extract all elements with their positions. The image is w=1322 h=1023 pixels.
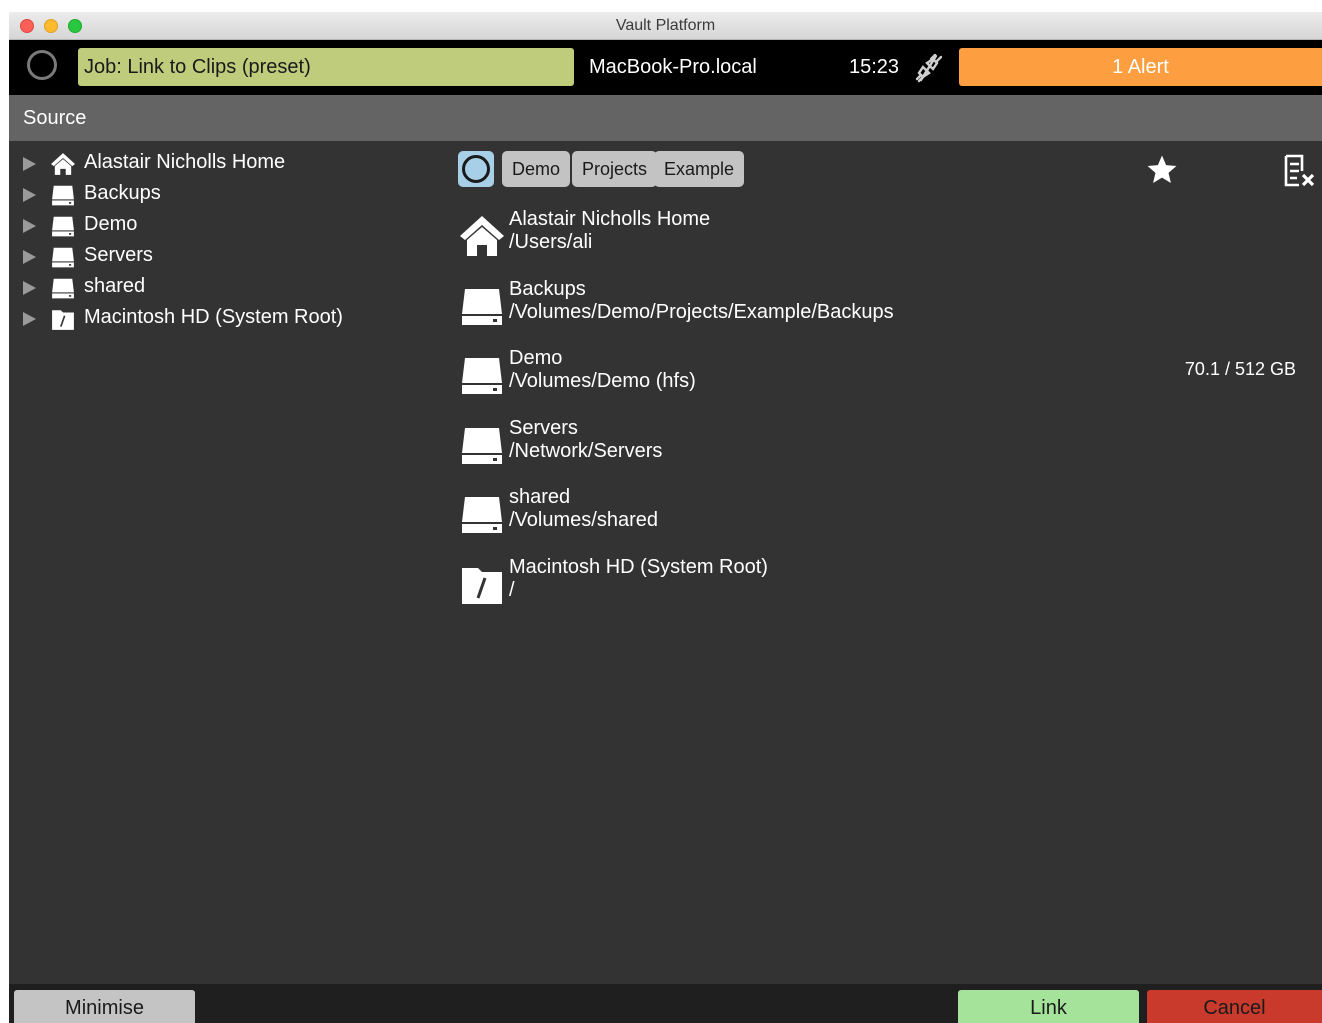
- circle-icon: [462, 155, 490, 183]
- drive-icon: [50, 276, 76, 300]
- section-title: Source: [9, 95, 1322, 141]
- expand-arrow-icon[interactable]: [23, 250, 36, 264]
- tree-item[interactable]: Demo: [9, 212, 449, 240]
- tree-item[interactable]: shared: [9, 274, 449, 302]
- volume-path: /Volumes/shared: [509, 509, 658, 532]
- breadcrumb-projects[interactable]: Projects: [572, 151, 658, 187]
- volume-list-item[interactable]: Alastair Nicholls Home/Users/ali: [458, 208, 1318, 268]
- volume-name: shared: [509, 486, 571, 509]
- drive-icon: [460, 353, 504, 397]
- clock: 15:23: [849, 56, 900, 78]
- volume-path: /: [509, 579, 515, 601]
- volume-name: Alastair Nicholls Home: [509, 208, 711, 230]
- drive-icon: [50, 245, 76, 269]
- top-status-bar: Job: Link to Clips (preset) MacBook-Pro.…: [9, 40, 1322, 95]
- tree-item[interactable]: Macintosh HD (System Root): [9, 305, 449, 333]
- alert-button[interactable]: 1 Alert: [959, 48, 1322, 86]
- expand-arrow-icon[interactable]: [23, 312, 36, 326]
- volume-usage: 70.1 / 512 GB: [1184, 359, 1296, 380]
- link-button[interactable]: Link: [958, 990, 1139, 1023]
- job-label[interactable]: Job: Link to Clips (preset): [78, 48, 574, 86]
- drive-icon: [460, 284, 504, 328]
- tree-item-label: Backups: [84, 182, 161, 204]
- minimise-button[interactable]: Minimise: [14, 990, 195, 1023]
- volume-name: Demo: [509, 347, 563, 370]
- drive-icon: [460, 492, 504, 536]
- breadcrumb-demo[interactable]: Demo: [502, 151, 571, 187]
- tree-item-label: Alastair Nicholls Home: [84, 151, 286, 173]
- disconnected-link-icon: [915, 53, 943, 83]
- window-title: Vault Platform: [615, 17, 716, 34]
- job-status-icon: [27, 50, 57, 80]
- volume-list-item[interactable]: Servers/Network/Servers: [458, 417, 1318, 477]
- bottom-bar: Minimise Link Cancel: [9, 984, 1322, 1023]
- expand-arrow-icon[interactable]: [23, 281, 36, 295]
- volume-path: /Network/Servers: [509, 439, 663, 462]
- tree-item[interactable]: Servers: [9, 243, 449, 271]
- root-folder-icon: [50, 307, 76, 331]
- expand-arrow-icon[interactable]: [23, 157, 36, 171]
- expand-arrow-icon[interactable]: [23, 188, 36, 202]
- expand-arrow-icon[interactable]: [23, 219, 36, 233]
- app-window: Vault Platform Job: Link to Clips (prese…: [9, 12, 1322, 1023]
- tree-item[interactable]: Alastair Nicholls Home: [9, 150, 449, 178]
- home-icon: [50, 152, 76, 176]
- breadcrumb-example[interactable]: Example: [654, 151, 745, 187]
- volume-list-item[interactable]: Demo/Volumes/Demo (hfs) 70.1 / 512 GB: [458, 347, 1318, 407]
- volume-list-item[interactable]: shared/Volumes/shared: [458, 486, 1318, 546]
- tree-item-label: Servers: [84, 244, 153, 266]
- drive-icon: [50, 214, 76, 238]
- volume-path: /Volumes/Demo/Projects/Example/Backups: [509, 300, 894, 323]
- tree-item-label: shared: [84, 275, 146, 297]
- volume-name: Servers: [509, 416, 578, 439]
- home-icon: [460, 214, 504, 258]
- cancel-button[interactable]: Cancel: [1147, 990, 1322, 1023]
- breadcrumb-root-button[interactable]: [458, 151, 494, 187]
- star-icon[interactable]: [1145, 153, 1179, 187]
- drive-icon: [50, 183, 76, 207]
- volume-path: /Users/ali: [509, 231, 593, 253]
- volume-list-item[interactable]: Macintosh HD (System Root) /: [458, 556, 1318, 616]
- tree-item-label: Demo: [84, 213, 138, 235]
- volume-path: /Volumes/Demo (hfs): [509, 370, 696, 393]
- drive-icon: [460, 423, 504, 467]
- root-folder-icon: [460, 562, 504, 606]
- tree-item-label: Macintosh HD (System Root): [84, 306, 343, 328]
- tree-item[interactable]: Backups: [9, 181, 449, 209]
- volume-name: Macintosh HD (System Root): [509, 556, 768, 578]
- volume-list-item[interactable]: Backups/Volumes/Demo/Projects/Example/Ba…: [458, 278, 1318, 338]
- title-bar: Vault Platform: [9, 12, 1322, 40]
- host-name: MacBook-Pro.local: [589, 56, 757, 78]
- clear-list-icon[interactable]: [1282, 153, 1318, 189]
- volume-name: Backups: [509, 277, 586, 300]
